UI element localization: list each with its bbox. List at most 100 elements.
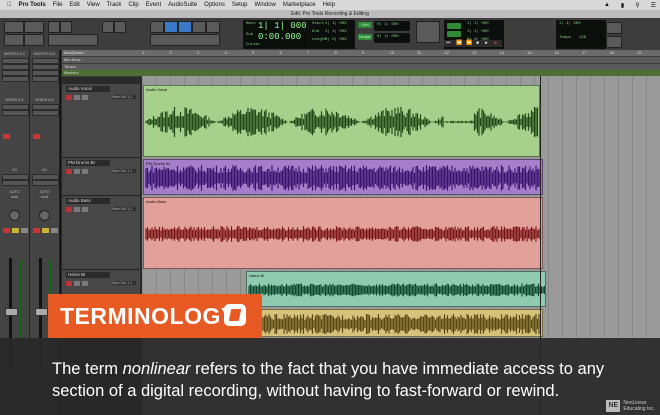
grid-mode-button[interactable] [24,34,44,46]
menu-help[interactable]: Help [323,2,335,8]
audio-clip[interactable]: PM Drums BI [143,159,543,195]
volume-fader[interactable] [5,308,18,316]
return-to-zero-icon[interactable]: ⏮ [446,40,451,46]
auto-mode-1[interactable]: read [1,195,28,199]
menu-edit[interactable]: Edit [69,2,79,8]
track-solo-button[interactable] [74,281,80,286]
zoom-out-button[interactable] [48,21,60,33]
track-rec-button[interactable] [66,169,72,174]
audio-clip[interactable]: Audio Vocal [143,85,540,157]
nudge-value-display[interactable]: 0| 1| 000 [374,33,410,43]
track-output[interactable]: Main Out 1-2 [112,281,136,285]
record-enable-button[interactable] [33,228,40,233]
audio-clip[interactable]: Audio Bass [143,197,543,269]
play-icon[interactable]: ▶ [485,40,488,46]
track-solo-button[interactable] [74,95,80,100]
zoom-in-button[interactable] [60,21,72,33]
track-rec-button[interactable] [66,207,72,212]
grabber-tool-button[interactable] [164,21,178,33]
menu-app[interactable]: Pro Tools [19,2,46,8]
menu-window[interactable]: Window [255,2,276,8]
track-header[interactable]: Audio Vocal Main Out 1-2 [62,84,140,158]
menu-options[interactable]: Options [204,2,225,8]
send-mute-button[interactable] [33,134,40,139]
grid-toggle[interactable]: Grid [358,22,372,28]
menu-setup[interactable]: Setup [232,2,248,8]
apple-icon[interactable]:  [7,2,12,8]
menu-marketplace[interactable]: Marketplace [283,2,316,8]
record-icon[interactable]: ● [494,40,497,46]
main-counter[interactable]: Main 1| 1| 000 Sub 0:00.000 Cursor [243,20,309,49]
min-secs-ruler[interactable]: Min:Secs [62,57,660,64]
track-name[interactable]: Audio Vocal [66,86,110,92]
solo-button[interactable] [12,228,19,233]
selector-tool-button[interactable] [150,21,164,33]
track-header[interactable]: Audio Bass Main Out 1-2 [62,196,140,270]
selection-counters[interactable]: Start 1| 1| 000 End 1| 1| 000 Length 0| … [309,20,355,49]
menu-audiosuite[interactable]: AudioSuite [168,2,197,8]
pencil-tool-button[interactable] [206,21,220,33]
post-roll-toggle[interactable] [447,31,461,37]
track-mute-button[interactable] [82,281,88,286]
forward-icon[interactable]: ⏩ [466,40,472,46]
menu-file[interactable]: File [53,2,63,8]
volume-fader[interactable] [35,308,48,316]
track-output[interactable]: Main Out 1-2 [112,207,136,211]
scrubber-tool-button[interactable] [192,21,206,33]
menu-event[interactable]: Event [146,2,161,8]
send-mute-button[interactable] [3,134,10,139]
track-name[interactable]: Hams BI [66,272,110,278]
menu-track[interactable]: Track [107,2,122,8]
insert-slot[interactable] [32,76,59,82]
menu-view[interactable]: View [87,2,100,8]
wifi-icon[interactable]: ▲ [604,2,610,8]
rewind-icon[interactable]: ⏪ [456,40,462,46]
auto-mode-2[interactable]: read [31,195,58,199]
track-name[interactable]: PM Drums BI [66,160,110,166]
mute-button[interactable] [21,228,28,233]
track-name[interactable]: Audio Bass [66,198,110,204]
tempo-display[interactable]: 1| 1| 000 Tempo 120 [556,20,606,49]
battery-icon[interactable]: ▮ [621,2,624,9]
shuffle-mode-button[interactable] [4,21,24,33]
track-header[interactable]: PM Drums BI Main Out 1-2 [62,158,140,196]
stop-icon[interactable]: ■ [476,40,479,46]
zoom-presets[interactable] [48,34,98,46]
pan-knob[interactable] [9,210,20,221]
zoom-tool-button[interactable] [102,21,114,33]
output-selector[interactable] [2,180,29,186]
record-enable-button[interactable] [3,228,10,233]
end-value: 1| 1| 000 [325,30,347,34]
mute-button[interactable] [51,228,58,233]
audio-clip[interactable]: Hams BI [246,271,546,307]
track-mute-button[interactable] [82,95,88,100]
grid-value-display[interactable]: 0| 1| 000 [374,21,410,31]
track-mute-button[interactable] [82,169,88,174]
list-icon[interactable]: ☰ [651,2,656,9]
smart-tool-button[interactable] [178,21,192,33]
solo-button[interactable] [42,228,49,233]
send-slot[interactable] [2,110,29,116]
ruler-tick: 12 [444,50,449,55]
track-mute-button[interactable] [82,207,88,212]
menu-clip[interactable]: Clip [128,2,138,8]
track-solo-button[interactable] [74,169,80,174]
output-selector[interactable] [32,180,59,186]
nudge-toggle[interactable]: Nudge [358,34,372,40]
trim-tool-button[interactable] [114,21,126,33]
pan-knob[interactable] [39,210,50,221]
tool-options[interactable] [150,34,220,46]
track-solo-button[interactable] [74,207,80,212]
pre-roll-toggle[interactable] [447,23,461,29]
insert-slot[interactable] [2,76,29,82]
track-rec-button[interactable] [66,95,72,100]
slip-mode-button[interactable] [24,21,44,33]
track-output[interactable]: Main Out 1-2 [112,169,136,173]
track-rec-button[interactable] [66,281,72,286]
midi-meter-button[interactable] [606,22,622,34]
search-icon[interactable]: ⚲ [635,2,639,9]
send-slot[interactable] [32,110,59,116]
bars-beats-ruler[interactable]: Bars|Beats 1 2 3 4 5 6 7 8 9 10 11 12 13 14 15 16 17 18 19 [62,50,660,57]
spot-mode-button[interactable] [4,34,24,46]
track-output[interactable]: Main Out 1-2 [112,95,136,99]
